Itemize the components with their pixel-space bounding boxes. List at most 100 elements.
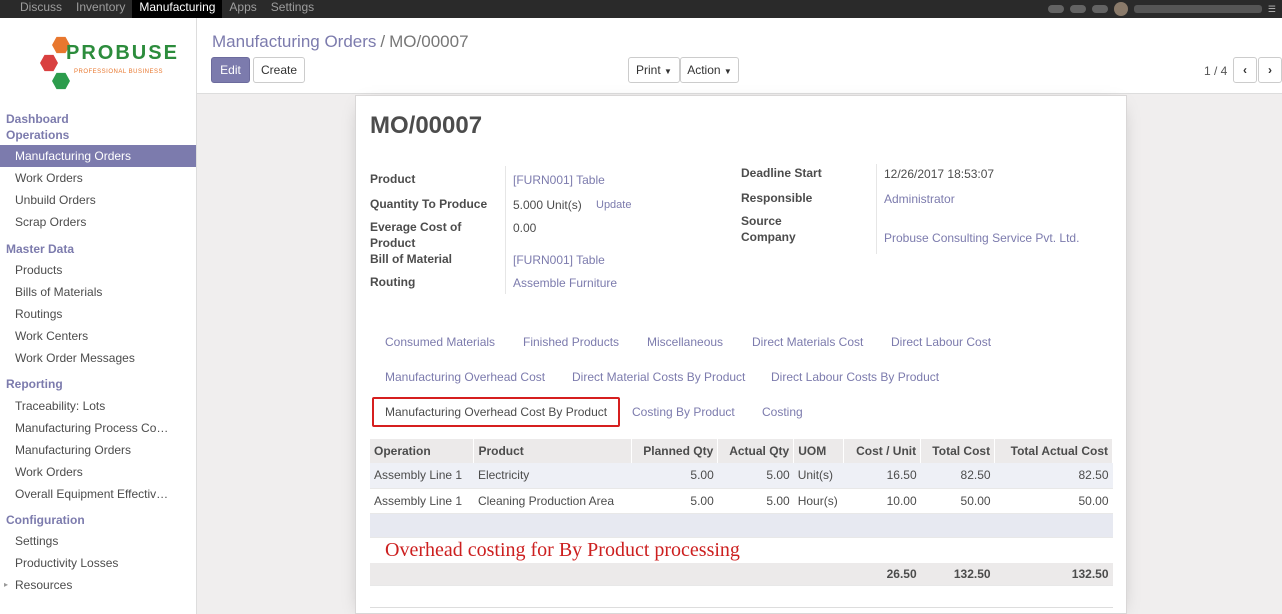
cell-operation: Assembly Line 1 <box>370 463 474 489</box>
deadline-field[interactable]: 12/26/2017 18:53:07 <box>884 167 994 181</box>
tab-finished-products[interactable]: Finished Products <box>523 335 619 349</box>
routing-label: Routing <box>370 275 416 289</box>
overhead-cost-table: Operation Product Planned Qty Actual Qty… <box>370 439 1113 586</box>
avatar[interactable] <box>1113 2 1128 16</box>
action-label: Action <box>687 63 721 77</box>
sidebar-dashboard[interactable]: Dashboard <box>6 112 69 126</box>
menu-apps[interactable]: Apps <box>222 0 263 18</box>
sidebar-item-scrap-orders[interactable]: Scrap Orders <box>0 211 196 233</box>
sidebar-item-resources-label: Resources <box>15 578 73 592</box>
cell-actual-qty: 5.00 <box>717 488 794 514</box>
menu-discuss[interactable]: Discuss <box>0 0 69 18</box>
sidebar-section-master-data[interactable]: Master Data <box>6 242 74 256</box>
chevron-right-icon: › <box>1268 63 1272 77</box>
table-row[interactable]: Assembly Line 1 Cleaning Production Area… <box>370 488 1113 514</box>
caret-down-icon: ▼ <box>723 67 732 76</box>
tab-direct-labour-costs-by-product[interactable]: Direct Labour Costs By Product <box>771 370 939 384</box>
sidebar-item-bills-of-materials[interactable]: Bills of Materials <box>0 281 196 303</box>
pager-next-button[interactable]: › <box>1258 57 1282 83</box>
systray: ☰ <box>1047 0 1282 18</box>
sidebar-item-report-manufacturing-orders[interactable]: Manufacturing Orders <box>0 439 196 461</box>
sidebar-item-work-orders[interactable]: Work Orders <box>0 167 196 189</box>
top-menu-bar: Discuss Inventory Manufacturing Apps Set… <box>0 0 1282 18</box>
sidebar-item-routings[interactable]: Routings <box>0 303 196 325</box>
cell-uom: Hour(s) <box>793 488 844 514</box>
responsible-field[interactable]: Administrator <box>884 192 955 206</box>
col-operation[interactable]: Operation <box>370 439 475 463</box>
pager-previous-button[interactable]: ‹ <box>1233 57 1257 83</box>
product-field[interactable]: [FURN001] Table <box>513 173 605 187</box>
tab-consumed-materials[interactable]: Consumed Materials <box>385 335 495 349</box>
col-planned-qty[interactable]: Planned Qty <box>631 439 719 463</box>
sidebar-section-configuration[interactable]: Configuration <box>6 513 85 527</box>
pager-value[interactable]: 1 / 4 <box>1204 64 1227 78</box>
logo-tagline: PROFESSIONAL BUSINESS <box>74 69 163 75</box>
sidebar-item-settings[interactable]: Settings <box>0 530 196 552</box>
source-company-field[interactable]: Probuse Consulting Service Pvt. Ltd. <box>884 231 1079 245</box>
create-button[interactable]: Create <box>253 57 305 83</box>
cell-total-cost: 50.00 <box>920 488 995 514</box>
col-actual-qty[interactable]: Actual Qty <box>717 439 795 463</box>
menu-inventory[interactable]: Inventory <box>69 0 132 18</box>
quantity-uom: Unit(s) <box>546 198 582 212</box>
tab-manufacturing-overhead-cost[interactable]: Manufacturing Overhead Cost <box>385 370 545 384</box>
menu-settings[interactable]: Settings <box>264 0 321 18</box>
cell-actual-qty: 5.00 <box>717 463 794 489</box>
tab-costing-by-product[interactable]: Costing By Product <box>632 405 735 419</box>
control-panel: Manufacturing Orders / MO/00007 Edit Creat… <box>197 18 1282 94</box>
record-title: MO/00007 <box>370 112 483 139</box>
user-menu[interactable] <box>1133 5 1262 13</box>
group-divider <box>876 164 877 254</box>
company-logo: PROBUSE PROFESSIONAL BUSINESS <box>36 32 177 90</box>
sidebar-item-traceability-lots[interactable]: Traceability: Lots <box>0 395 196 417</box>
col-uom[interactable]: UOM <box>793 439 845 463</box>
col-product[interactable]: Product <box>473 439 633 463</box>
source-company-label: Source Company <box>741 214 796 244</box>
update-quantity-button[interactable]: Update <box>596 199 631 211</box>
tab-direct-material-costs-by-product[interactable]: Direct Material Costs By Product <box>572 370 745 384</box>
table-totals-row: 26.50 132.50 132.50 <box>370 563 1113 586</box>
sidebar-item-work-centers[interactable]: Work Centers <box>0 325 196 347</box>
logo-hex-green-icon <box>52 72 70 90</box>
col-cost-unit[interactable]: Cost / Unit <box>843 439 922 463</box>
action-button[interactable]: Action ▼ <box>680 57 739 83</box>
deadline-label: Deadline Start <box>741 166 822 180</box>
sidebar-section-operations[interactable]: Operations <box>6 128 69 142</box>
chat-icon[interactable] <box>1047 5 1064 13</box>
edit-button[interactable]: Edit <box>211 57 250 83</box>
sidebar-item-manufacturing-orders[interactable]: Manufacturing Orders <box>0 145 196 167</box>
notification-icon[interactable] <box>1091 5 1108 13</box>
sidebar-section-reporting[interactable]: Reporting <box>6 377 63 391</box>
tab-costing[interactable]: Costing <box>762 405 803 419</box>
sidebar-item-manufacturing-process-costing[interactable]: Manufacturing Process Co… <box>0 417 196 439</box>
tab-manufacturing-overhead-cost-by-product[interactable]: Manufacturing Overhead Cost By Product <box>372 397 621 427</box>
tab-direct-labour-cost[interactable]: Direct Labour Cost <box>891 335 991 349</box>
col-total-cost[interactable]: Total Cost <box>920 439 996 463</box>
cell-total-cost: 82.50 <box>920 463 995 489</box>
quantity-field: 5.000 Unit(s) <box>513 198 582 212</box>
sidebar-item-unbuild-orders[interactable]: Unbuild Orders <box>0 189 196 211</box>
sidebar-item-report-work-orders[interactable]: Work Orders <box>0 461 196 483</box>
print-button[interactable]: Print ▼ <box>628 57 680 83</box>
quantity-value: 5.000 <box>513 198 544 212</box>
sidebar-item-resources[interactable]: ▸ Resources <box>0 574 196 596</box>
sidebar-item-work-order-messages[interactable]: Work Order Messages <box>0 347 196 369</box>
col-total-actual-cost[interactable]: Total Actual Cost <box>994 439 1113 463</box>
sidebar-item-productivity-losses[interactable]: Productivity Losses <box>0 552 196 574</box>
product-label: Product <box>370 172 416 186</box>
sidebar-item-products[interactable]: Products <box>0 259 196 281</box>
tab-miscellaneous[interactable]: Miscellaneous <box>647 335 723 349</box>
bom-field[interactable]: [FURN001] Table <box>513 253 605 267</box>
total-cost-unit: 26.50 <box>843 563 921 586</box>
table-row[interactable]: Assembly Line 1 Electricity 5.00 5.00 Un… <box>370 463 1113 489</box>
breadcrumb-parent[interactable]: Manufacturing Orders <box>212 32 376 51</box>
caret-down-icon: ▼ <box>664 67 672 76</box>
sidebar-item-overall-equipment-effectiveness[interactable]: Overall Equipment Effectiv… <box>0 483 196 505</box>
tab-direct-materials-cost[interactable]: Direct Materials Cost <box>752 335 863 349</box>
activity-icon[interactable] <box>1069 5 1086 13</box>
bom-label: Bill of Material <box>370 252 453 266</box>
sidebar: PROBUSE PROFESSIONAL BUSINESS Dashboard … <box>0 18 197 614</box>
routing-field[interactable]: Assemble Furniture <box>513 276 617 290</box>
menu-toggle-icon[interactable]: ☰ <box>1268 4 1276 15</box>
menu-manufacturing[interactable]: Manufacturing <box>132 0 223 18</box>
